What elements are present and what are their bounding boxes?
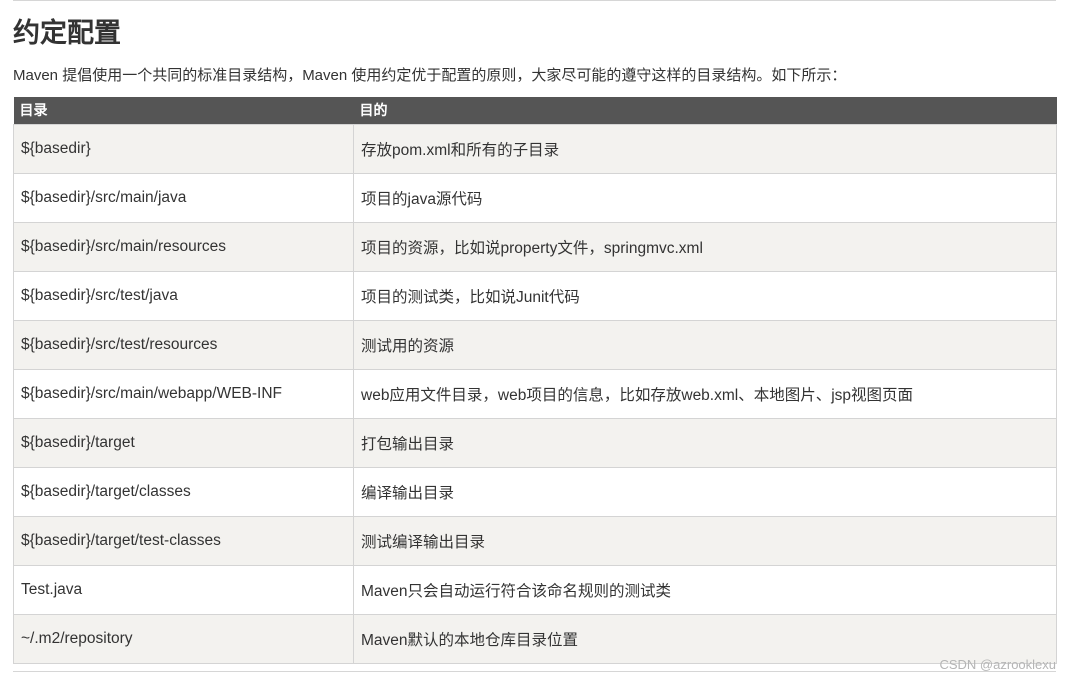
cell-purpose: 编译输出目录 — [353, 467, 1057, 517]
cell-directory: ${basedir}/src/main/resources — [13, 222, 354, 272]
cell-directory: ~/.m2/repository — [13, 614, 354, 664]
table-row: ${basedir}/src/test/resources 测试用的资源 — [13, 320, 1057, 370]
table-row: ${basedir} 存放pom.xml和所有的子目录 — [13, 124, 1057, 174]
cell-directory: ${basedir}/src/test/resources — [13, 320, 354, 370]
cell-directory: ${basedir}/target/classes — [13, 467, 354, 517]
table-row: ${basedir}/target/test-classes 测试编译输出目录 — [13, 516, 1057, 566]
cell-purpose: web应用文件目录，web项目的信息，比如存放web.xml、本地图片、jsp视… — [353, 369, 1057, 419]
cell-directory: ${basedir}/target — [13, 418, 354, 468]
cell-directory: ${basedir}/target/test-classes — [13, 516, 354, 566]
cell-purpose: 项目的测试类，比如说Junit代码 — [353, 271, 1057, 321]
header-directory: 目录 — [13, 97, 354, 125]
cell-purpose: 打包输出目录 — [353, 418, 1057, 468]
top-divider — [13, 0, 1056, 1]
cell-directory: Test.java — [13, 565, 354, 615]
cell-purpose: 测试编译输出目录 — [353, 516, 1057, 566]
bottom-divider — [13, 671, 1056, 672]
table-row: ${basedir}/src/main/java 项目的java源代码 — [13, 173, 1057, 223]
table-header-row: 目录 目的 — [13, 97, 1057, 125]
table-row: ${basedir}/src/main/resources 项目的资源，比如说p… — [13, 222, 1057, 272]
directory-table: 目录 目的 ${basedir} 存放pom.xml和所有的子目录 ${base… — [13, 97, 1057, 664]
table-row: ~/.m2/repository Maven默认的本地仓库目录位置 — [13, 614, 1057, 664]
cell-purpose: 项目的java源代码 — [353, 173, 1057, 223]
intro-paragraph: Maven 提倡使用一个共同的标准目录结构，Maven 使用约定优于配置的原则，… — [13, 67, 847, 84]
cell-directory: ${basedir}/src/main/webapp/WEB-INF — [13, 369, 354, 419]
cell-purpose: Maven只会自动运行符合该命名规则的测试类 — [353, 565, 1057, 615]
cell-directory: ${basedir} — [13, 124, 354, 174]
table-row: ${basedir}/src/main/webapp/WEB-INF web应用… — [13, 369, 1057, 419]
csdn-watermark: CSDN @azrooklexu — [939, 657, 1056, 672]
cell-purpose: 测试用的资源 — [353, 320, 1057, 370]
header-purpose: 目的 — [353, 97, 1057, 125]
cell-purpose: 项目的资源，比如说property文件，springmvc.xml — [353, 222, 1057, 272]
table-row: ${basedir}/target 打包输出目录 — [13, 418, 1057, 468]
table-row: Test.java Maven只会自动运行符合该命名规则的测试类 — [13, 565, 1057, 615]
page-title: 约定配置 — [13, 18, 121, 48]
cell-directory: ${basedir}/src/test/java — [13, 271, 354, 321]
cell-directory: ${basedir}/src/main/java — [13, 173, 354, 223]
cell-purpose: 存放pom.xml和所有的子目录 — [353, 124, 1057, 174]
table-row: ${basedir}/src/test/java 项目的测试类，比如说Junit… — [13, 271, 1057, 321]
table-row: ${basedir}/target/classes 编译输出目录 — [13, 467, 1057, 517]
